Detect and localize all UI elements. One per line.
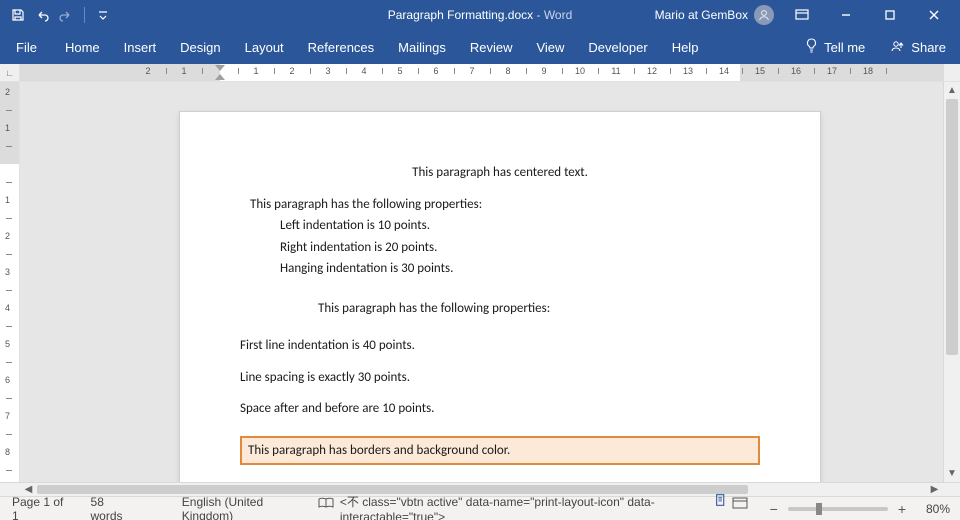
share-icon [891,39,905,56]
horizontal-ruler[interactable]: 21123456789101112131415161718 [20,64,944,81]
quick-access-toolbar [0,7,111,23]
zoom-out-button[interactable]: − [768,501,780,517]
tab-insert[interactable]: Insert [112,30,169,64]
tell-me-label: Tell me [824,40,865,55]
customize-qat-icon[interactable] [95,7,111,23]
scroll-up-icon[interactable]: ▲ [944,82,960,99]
user-avatar-icon[interactable] [754,5,774,25]
zoom-slider[interactable] [788,507,888,511]
vertical-ruler[interactable]: 2112345678 [0,82,20,482]
tab-mailings[interactable]: Mailings [386,30,458,64]
view-buttons: <不 class="vbtn active" data-name="print-… [315,493,758,520]
horizontal-ruler-row: ∟ 21123456789101112131415161718 [0,64,960,82]
minimize-button[interactable] [824,0,868,30]
document-area[interactable]: This paragraph has centered text. This p… [20,82,943,482]
user-name: Mario at GemBox [655,8,748,22]
tell-me[interactable]: Tell me [793,38,877,57]
tab-references[interactable]: References [296,30,386,64]
hscroll-thumb[interactable] [37,485,748,494]
ribbon-tabs: File HomeInsertDesignLayoutReferencesMai… [0,30,960,64]
window-controls [780,0,956,30]
maximize-button[interactable] [868,0,912,30]
title-bar: Paragraph Formatting.docx - Word Mario a… [0,0,960,30]
paragraph-property-item[interactable]: Hanging indentation is 30 points. [280,260,760,278]
word-window: Paragraph Formatting.docx - Word Mario a… [0,0,960,520]
title-separator: - [533,8,544,22]
scroll-right-icon[interactable]: ▶ [926,483,943,496]
paragraph-bordered[interactable]: This paragraph has borders and backgroun… [240,436,760,466]
page[interactable]: This paragraph has centered text. This p… [180,112,820,482]
vertical-scrollbar[interactable]: ▲ ▼ [943,82,960,482]
tab-file[interactable]: File [0,30,53,64]
close-button[interactable] [912,0,956,30]
lightbulb-icon [805,38,818,57]
paragraph-firstline-indent[interactable]: First line indentation is 40 points. [240,337,760,355]
status-page[interactable]: Page 1 of 1 [0,495,79,520]
status-word-count[interactable]: 58 words [79,495,146,520]
tab-design[interactable]: Design [168,30,232,64]
hruler-scroll-pad [944,64,960,81]
share-label: Share [911,40,946,55]
tab-selector[interactable]: ∟ [0,64,20,81]
app-name: Word [544,8,572,22]
tab-home[interactable]: Home [53,30,112,64]
save-icon[interactable] [10,7,26,23]
share-button[interactable]: Share [877,39,960,56]
paragraph-property-item[interactable]: Right indentation is 20 points. [280,239,760,257]
paragraph-properties-heading-2[interactable]: This paragraph has the following propert… [318,300,760,318]
vscroll-track[interactable] [944,99,960,465]
paragraph-line-spacing[interactable]: Line spacing is exactly 30 points. [240,369,760,387]
qat-separator [84,7,85,23]
redo-icon[interactable] [58,7,74,23]
title-right: Mario at GemBox [655,0,960,30]
read-mode-icon[interactable] [315,493,338,513]
paragraph-properties-heading[interactable]: This paragraph has the following propert… [250,196,760,214]
tab-developer[interactable]: Developer [576,30,659,64]
vscroll-thumb[interactable] [946,99,958,355]
document-name: Paragraph Formatting.docx [388,8,533,22]
hscroll-track[interactable] [37,483,926,496]
status-bar: Page 1 of 1 58 words English (United Kin… [0,496,960,520]
web-layout-icon[interactable] [728,493,751,513]
tab-review[interactable]: Review [458,30,525,64]
paragraph-centered[interactable]: This paragraph has centered text. [240,164,760,182]
zoom-in-button[interactable]: + [896,501,908,517]
tab-help[interactable]: Help [660,30,711,64]
undo-icon[interactable] [34,7,50,23]
zoom-level[interactable]: 80% [916,502,950,516]
scroll-down-icon[interactable]: ▼ [944,465,960,482]
proofing-icon[interactable] [146,501,170,517]
workspace: 2112345678 This paragraph has centered t… [0,82,960,482]
horizontal-scrollbar[interactable]: ◀ ▶ [0,482,960,496]
status-language[interactable]: English (United Kingdom) [170,495,315,520]
zoom-controls: − + 80% [758,501,960,517]
tab-layout[interactable]: Layout [233,30,296,64]
paragraph-property-item[interactable]: Left indentation is 10 points. [280,217,760,235]
paragraph-space-before-after[interactable]: Space after and before are 10 points. [240,400,760,418]
zoom-slider-knob[interactable] [816,503,822,515]
tab-view[interactable]: View [524,30,576,64]
ribbon-display-options-icon[interactable] [780,0,824,30]
